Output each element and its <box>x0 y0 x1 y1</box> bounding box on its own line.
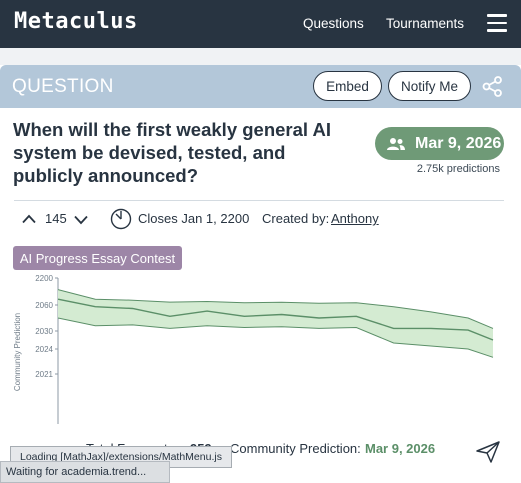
question-title[interactable]: When will the first weakly general AI sy… <box>13 118 353 187</box>
share-icon[interactable] <box>482 76 503 97</box>
upvote-icon[interactable] <box>22 214 36 224</box>
closes-date: Closes Jan 1, 2200 <box>138 211 250 226</box>
browser-status-bar: Waiting for academia.trend... <box>0 461 170 483</box>
y-tick-label: 2030 <box>35 327 53 336</box>
question-header-bar: QUESTION Embed Notify Me <box>0 65 521 108</box>
divider <box>14 200 504 201</box>
question-label: QUESTION <box>12 76 114 97</box>
top-nav: Metaculus Questions Tournaments <box>0 0 521 48</box>
y-tick-label: 2021 <box>35 370 53 379</box>
community-prediction-chart[interactable]: Community Prediction 2200 2060 2030 2024 2021… <box>10 272 500 424</box>
nav-questions-link[interactable]: Questions <box>303 16 364 31</box>
clock-icon <box>110 208 132 230</box>
send-icon[interactable] <box>476 441 500 463</box>
question-panel: QUESTION Embed Notify Me When will the f… <box>0 65 521 483</box>
nav-tournaments-link[interactable]: Tournaments <box>386 16 464 31</box>
metaculus-logo[interactable]: Metaculus <box>14 9 138 34</box>
community-prediction-value: Mar 9, 2026 <box>365 441 436 456</box>
created-by-label: Created by: <box>262 211 330 226</box>
embed-button[interactable]: Embed <box>313 71 382 101</box>
people-icon <box>387 137 405 150</box>
predictions-count: 2.75k predictions <box>416 163 500 175</box>
y-axis-label: Community Prediction <box>13 313 22 391</box>
community-prediction-date: Mar 9, 2026 <box>415 134 502 152</box>
notify-me-button[interactable]: Notify Me <box>388 71 471 101</box>
y-tick-label: 2024 <box>35 345 53 354</box>
author-link[interactable]: Anthony <box>331 211 379 226</box>
downvote-icon[interactable] <box>74 215 88 225</box>
community-prediction-label: Community Prediction: <box>230 441 361 456</box>
community-prediction-badge: Mar 9, 2026 <box>375 127 504 160</box>
y-tick-label: 2060 <box>35 301 53 310</box>
y-tick-label: 2200 <box>35 274 53 283</box>
category-tag[interactable]: AI Progress Essay Contest <box>13 246 182 270</box>
vote-count: 145 <box>45 211 67 226</box>
menu-icon[interactable] <box>487 14 507 32</box>
